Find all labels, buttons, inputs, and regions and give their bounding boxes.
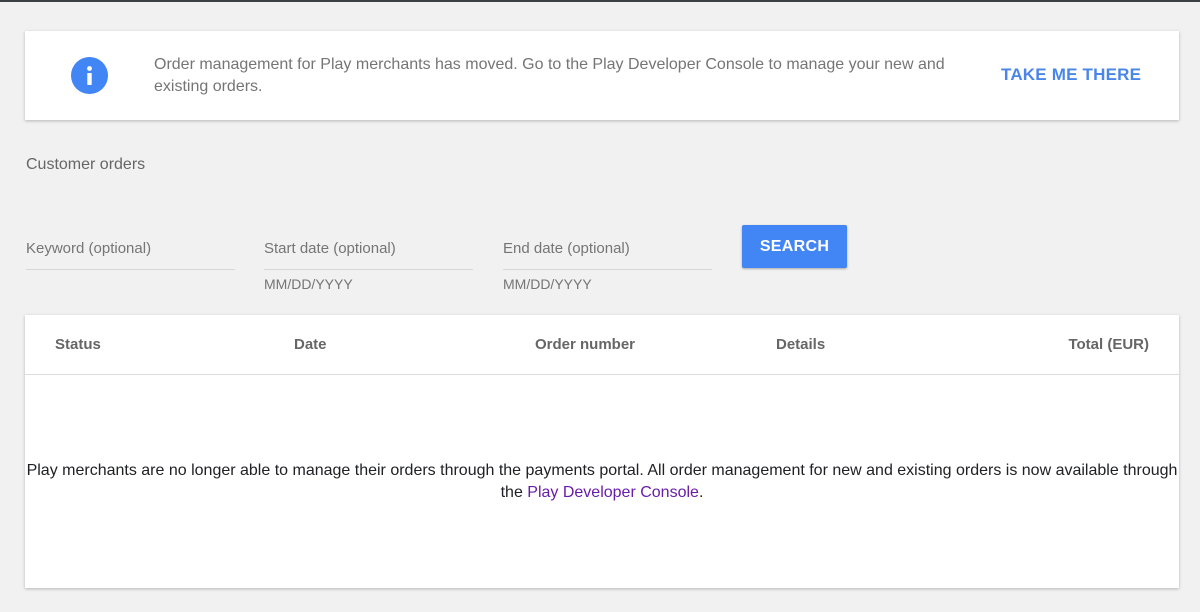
start-date-hint: MM/DD/YYYY (264, 276, 353, 292)
start-date-field[interactable]: Start date (optional) MM/DD/YYYY (264, 232, 473, 292)
table-header: Status Date Order number Details Total (… (25, 315, 1179, 375)
column-header-status[interactable]: Status (55, 336, 101, 354)
empty-message-period: . (698, 484, 704, 501)
end-date-underline (503, 269, 712, 270)
play-developer-console-link[interactable]: Play Developer Console (527, 484, 699, 501)
column-header-order-number[interactable]: Order number (535, 336, 635, 354)
column-header-details[interactable]: Details (776, 336, 825, 354)
banner-message: Order management for Play merchants has … (154, 56, 945, 95)
start-date-underline (264, 269, 473, 270)
column-header-total[interactable]: Total (EUR) (1068, 336, 1149, 354)
end-date-field[interactable]: End date (optional) MM/DD/YYYY (503, 232, 712, 292)
info-icon (71, 57, 108, 94)
end-date-hint: MM/DD/YYYY (503, 276, 592, 292)
take-me-there-button[interactable]: TAKE ME THERE (1001, 65, 1141, 85)
keyword-label: Keyword (optional) (26, 240, 152, 257)
column-header-date[interactable]: Date (294, 336, 327, 354)
keyword-underline (26, 269, 235, 270)
orders-table: Status Date Order number Details Total (… (25, 315, 1179, 588)
keyword-field[interactable]: Keyword (optional) (26, 232, 235, 270)
page-title: Customer orders (26, 156, 146, 173)
start-date-label: Start date (optional) (264, 240, 396, 257)
empty-state-message: Play merchants are no longer able to man… (25, 460, 1179, 504)
end-date-label: End date (optional) (503, 240, 630, 257)
notice-banner: Order management for Play merchants has … (25, 31, 1179, 120)
search-button[interactable]: SEARCH (742, 225, 847, 268)
top-border (0, 0, 1200, 2)
